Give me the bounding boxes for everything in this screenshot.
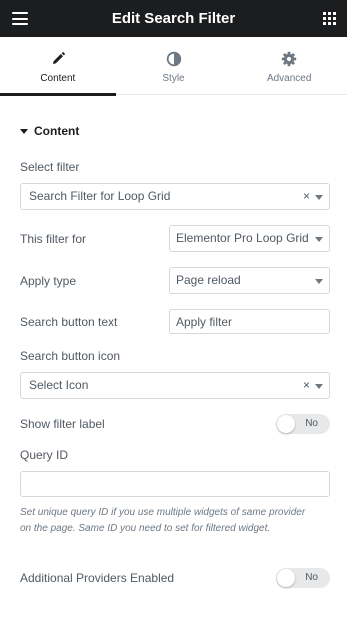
tab-style[interactable]: Style [116, 37, 232, 95]
toggle-state: No [305, 572, 318, 583]
query-id-label: Query ID [20, 448, 69, 462]
select-filter-value: Search Filter for Loop Grid [29, 189, 171, 203]
chevron-down-icon [315, 279, 323, 284]
pencil-icon [52, 52, 65, 64]
filter-for-label: This filter for [20, 232, 87, 246]
apply-type-label: Apply type [20, 274, 77, 288]
chevron-down-icon [315, 195, 323, 200]
search-button-text-input[interactable] [169, 309, 330, 334]
additional-providers-toggle[interactable]: No [276, 568, 330, 588]
chevron-down-icon [315, 237, 323, 242]
additional-providers-label: Additional Providers Enabled [20, 571, 175, 585]
clear-icon[interactable]: × [303, 184, 310, 209]
panel-tabs: Content Style Advanced [0, 37, 347, 96]
filter-for-value: Elementor Pro Loop Grid [176, 231, 309, 245]
search-button-icon-select[interactable]: Select Icon × [20, 372, 330, 399]
search-button-icon-value: Select Icon [29, 378, 89, 392]
query-id-description: Set unique query ID if you use multiple … [20, 507, 306, 534]
section-toggle[interactable]: Content [20, 124, 79, 138]
panel-header: Edit Search Filter [0, 0, 347, 37]
section-title: Content [34, 124, 80, 138]
half-circle-icon [166, 51, 181, 67]
show-filter-label-toggle[interactable]: No [276, 414, 330, 434]
tab-label: Style [162, 73, 185, 84]
search-button-text-label: Search button text [20, 315, 118, 329]
filter-for-select[interactable]: Elementor Pro Loop Grid [169, 225, 330, 252]
select-filter-label: Select filter [20, 160, 80, 174]
clear-icon[interactable]: × [303, 373, 310, 398]
tab-label: Content [40, 73, 76, 84]
toggle-state: No [305, 418, 318, 429]
tab-advanced[interactable]: Advanced [231, 37, 347, 95]
query-id-input[interactable] [20, 471, 330, 497]
toggle-knob [277, 415, 295, 433]
show-filter-label-label: Show filter label [20, 417, 105, 431]
gear-icon [281, 51, 297, 67]
toggle-knob [277, 569, 295, 587]
grid-icon[interactable] [323, 12, 336, 25]
search-button-icon-label: Search button icon [20, 349, 121, 363]
apply-type-value: Page reload [176, 273, 241, 287]
caret-down-icon [20, 128, 28, 134]
apply-type-select[interactable]: Page reload [169, 267, 330, 294]
panel-title: Edit Search Filter [111, 10, 236, 27]
select-filter-dropdown[interactable]: Search Filter for Loop Grid × [20, 183, 330, 210]
tab-label: Advanced [266, 73, 312, 84]
tab-content[interactable]: Content [0, 37, 116, 96]
chevron-down-icon [315, 384, 323, 389]
